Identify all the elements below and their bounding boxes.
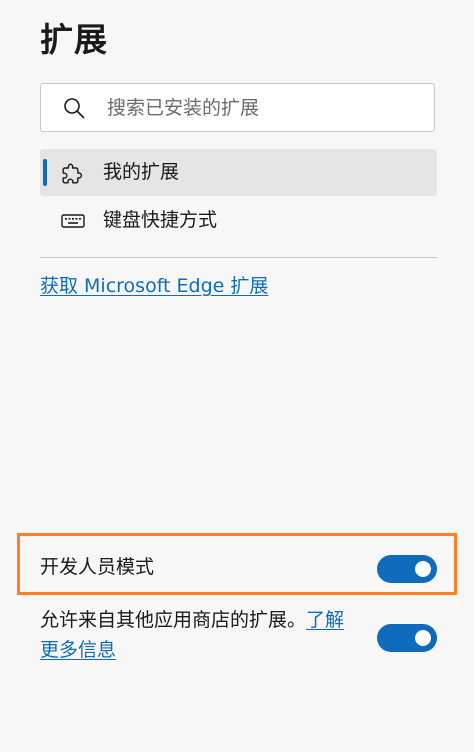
sidebar-item-my-extensions[interactable]: 我的扩展 (40, 149, 437, 196)
sidebar-item-label: 我的扩展 (103, 161, 180, 183)
sidebar-item-label: 键盘快捷方式 (103, 209, 218, 231)
toggle-knob (415, 561, 431, 577)
developer-mode-toggle[interactable] (377, 555, 437, 583)
divider (40, 257, 437, 258)
selected-indicator (43, 159, 47, 186)
puzzle-icon (62, 163, 83, 184)
search-icon (64, 98, 85, 119)
search-input[interactable] (107, 84, 427, 131)
other-stores-setting: 允许来自其他应用商店的扩展。了解更多信息 (40, 605, 362, 665)
other-stores-toggle[interactable] (377, 624, 437, 652)
other-stores-label: 允许来自其他应用商店的扩展。 (40, 609, 307, 631)
search-box[interactable] (40, 83, 435, 132)
get-extensions-link[interactable]: 获取 Microsoft Edge 扩展 (40, 270, 268, 302)
toggle-knob (415, 630, 431, 646)
page-title: 扩展 (40, 20, 108, 59)
sidebar-item-keyboard-shortcuts[interactable]: 键盘快捷方式 (40, 197, 437, 244)
developer-mode-label: 开发人员模式 (40, 556, 155, 578)
keyboard-icon (61, 214, 85, 228)
